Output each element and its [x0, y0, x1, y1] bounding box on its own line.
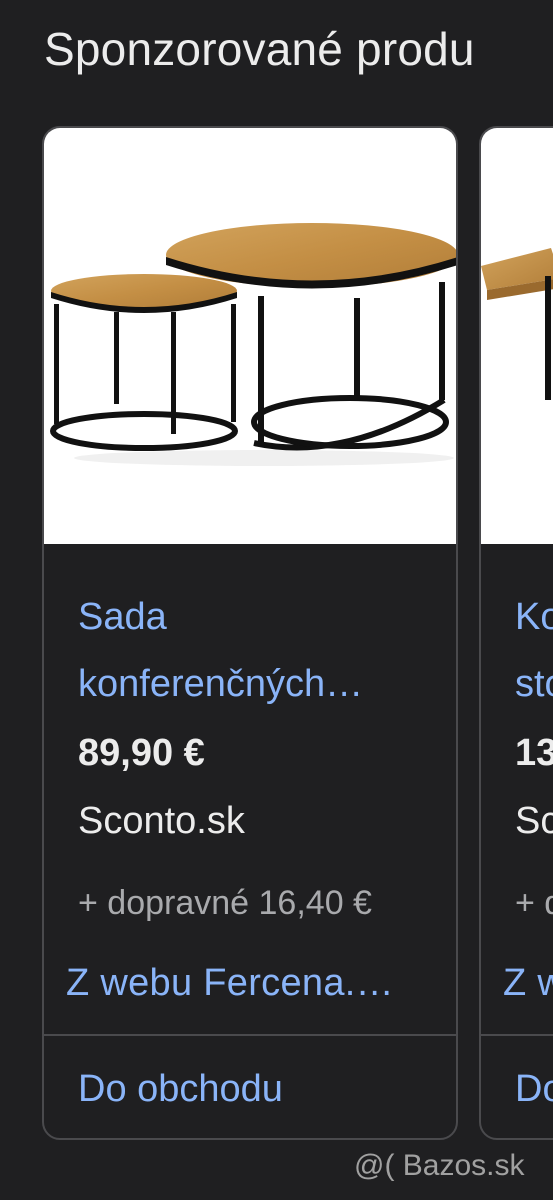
sponsored-products-screen: Sponzorované produ Sada konferenčných… 8… — [0, 0, 553, 1200]
product-title-line: Ko — [515, 596, 553, 638]
product-image[interactable] — [44, 128, 456, 544]
shipping-cost: + dopravné 16,40 € — [78, 884, 372, 922]
product-card[interactable]: Ko sto 13 Sc + d Z w Do — [479, 126, 553, 1140]
shipping-cost: + d — [515, 884, 553, 922]
product-price: 89,90 € — [78, 732, 205, 774]
product-title-link[interactable]: Ko sto — [515, 584, 553, 718]
merchant-name: Sc — [515, 800, 553, 842]
product-title-link[interactable]: Sada konferenčných… — [78, 584, 428, 718]
bazos-watermark: @( Bazos.sk — [354, 1149, 525, 1182]
product-title-line: Sada — [78, 596, 167, 638]
product-card[interactable]: Sada konferenčných… 89,90 € Sconto.sk + … — [42, 126, 458, 1140]
round-nesting-coffee-tables-image — [50, 223, 456, 466]
from-web-link[interactable]: Z w — [503, 962, 553, 1005]
go-to-store-button[interactable]: Do — [515, 1068, 553, 1111]
product-price: 13 — [515, 732, 553, 774]
product-image[interactable] — [481, 128, 553, 544]
product-title-line: sto — [515, 663, 553, 705]
go-to-store-button[interactable]: Do obchodu — [78, 1068, 283, 1111]
merchant-name: Sconto.sk — [78, 800, 245, 842]
section-title: Sponzorované produ — [44, 23, 475, 75]
rectangular-coffee-table-image — [481, 248, 553, 400]
from-web-link[interactable]: Z webu Fercena.… — [66, 962, 394, 1005]
product-title-line: konferenčných… — [78, 663, 364, 705]
card-divider — [44, 1034, 456, 1036]
card-divider — [481, 1034, 553, 1036]
